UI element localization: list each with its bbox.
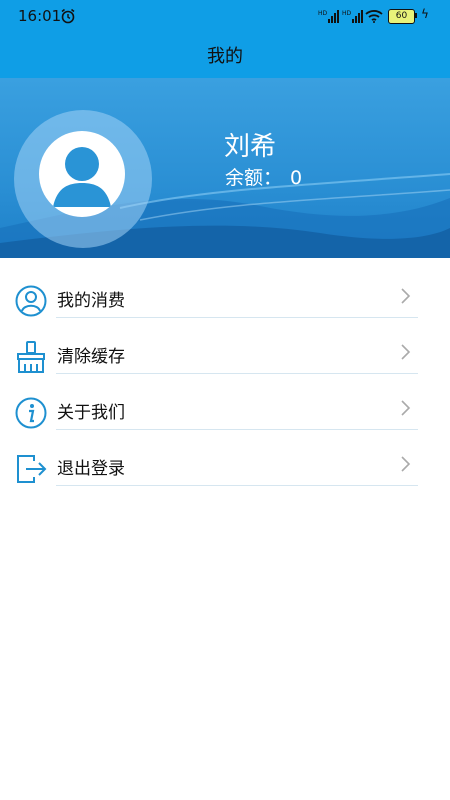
- menu-label: 关于我们: [57, 403, 125, 423]
- app-bar: 16:01 HD HD 60 ϟ 我的: [0, 0, 450, 78]
- avatar-person-icon: [53, 147, 111, 207]
- divider: [56, 485, 418, 486]
- profile-banner: 刘希 余额： 0: [0, 78, 450, 258]
- menu-label: 退出登录: [57, 459, 125, 479]
- battery-tip: [415, 13, 417, 18]
- battery-indicator: 60: [388, 9, 415, 24]
- user-name: 刘希: [224, 132, 277, 162]
- avatar[interactable]: [39, 131, 125, 217]
- menu-item-about-us[interactable]: 关于我们: [0, 380, 450, 436]
- balance: 余额： 0: [225, 163, 310, 190]
- menu-item-logout[interactable]: 退出登录: [0, 436, 450, 492]
- chevron-right-icon: [400, 343, 412, 365]
- menu-label: 清除缓存: [57, 347, 125, 367]
- divider: [56, 429, 418, 430]
- status-bar: 16:01 HD HD 60 ϟ: [0, 0, 450, 32]
- chevron-right-icon: [400, 455, 412, 477]
- info-icon: [14, 396, 50, 432]
- broom-icon: [14, 340, 50, 376]
- signal-icon: HD: [318, 8, 340, 27]
- menu-item-my-consumption[interactable]: 我的消费: [0, 268, 450, 324]
- wifi-icon: [365, 8, 383, 27]
- divider: [56, 317, 418, 318]
- charging-icon: ϟ: [421, 7, 429, 21]
- menu-item-clear-cache[interactable]: 清除缓存: [0, 324, 450, 380]
- menu-label: 我的消费: [57, 291, 125, 311]
- divider: [56, 373, 418, 374]
- chevron-right-icon: [400, 287, 412, 309]
- balance-label: 余额：: [225, 167, 283, 189]
- svg-text:HD: HD: [318, 10, 328, 17]
- user-circle-icon: [14, 284, 50, 320]
- balance-value: 0: [290, 167, 303, 189]
- svg-text:HD: HD: [342, 10, 352, 17]
- signal-icon-2: HD: [342, 8, 364, 27]
- logout-icon: [14, 452, 50, 488]
- alarm-icon: [60, 8, 76, 28]
- chevron-right-icon: [400, 399, 412, 421]
- status-time: 16:01: [18, 7, 62, 25]
- page-title: 我的: [207, 46, 243, 67]
